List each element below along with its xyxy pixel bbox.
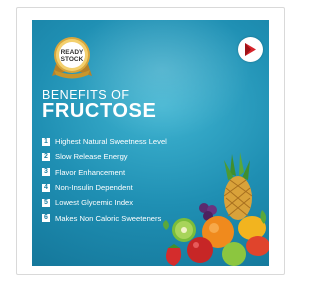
item-number: 1 (42, 137, 50, 146)
item-number: 3 (42, 168, 50, 177)
list-item: 4 Non-Insulin Dependent (42, 180, 167, 195)
list-item: 6 Makes Non Caloric Sweeteners (42, 210, 167, 225)
brand-logo-icon (245, 43, 256, 56)
list-item: 3 Flavor Enhancement (42, 165, 167, 180)
item-text: Highest Natural Sweetness Level (55, 137, 167, 147)
item-text: Lowest Glycemic Index (55, 198, 134, 208)
brand-logo (238, 37, 263, 62)
list-item: 2 Slow Release Energy (42, 149, 167, 164)
fruits-illustration (163, 152, 269, 266)
item-number: 4 (42, 183, 50, 192)
item-text: Makes Non Caloric Sweeteners (55, 213, 162, 223)
product-image[interactable]: READY STOCK BENEFITS OF FRUCTOSE 1 Highe… (32, 20, 269, 266)
item-text: Non-Insulin Dependent (55, 183, 133, 193)
item-number: 2 (42, 152, 50, 161)
ready-stock-badge-icon: READY STOCK (52, 37, 92, 79)
list-item: 1 Highest Natural Sweetness Level (42, 134, 167, 149)
item-number: 6 (42, 214, 50, 223)
item-text: Slow Release Energy (55, 152, 128, 162)
list-item: 5 Lowest Glycemic Index (42, 195, 167, 210)
badge-line1: READY (61, 49, 84, 56)
item-text: Flavor Enhancement (55, 167, 126, 177)
benefits-list: 1 Highest Natural Sweetness Level 2 Slow… (42, 134, 167, 226)
item-number: 5 (42, 198, 50, 207)
title-line2: FRUCTOSE (42, 100, 157, 122)
badge-line2: STOCK (61, 56, 84, 63)
